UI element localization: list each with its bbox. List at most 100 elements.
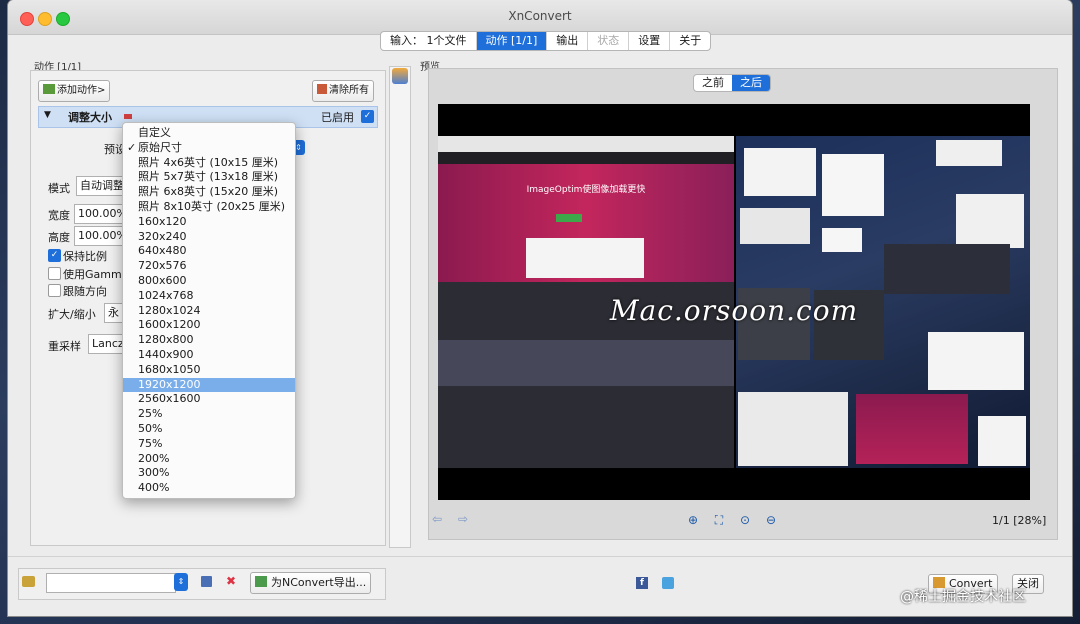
tab-about[interactable]: 关于 [670, 32, 710, 50]
delete-preset-icon[interactable]: ✖ [226, 574, 236, 588]
enabled-checkbox[interactable]: ✓ [361, 110, 374, 123]
preset-menu-item[interactable]: 160x120 [123, 215, 295, 230]
preset-menu-item[interactable]: 1280x1024 [123, 304, 295, 319]
width-label: 宽度 [48, 209, 70, 222]
use-gamma-label: 使用Gamma [63, 268, 129, 281]
preview-browser-bar [438, 136, 734, 152]
preview-thumb-6 [822, 228, 862, 252]
preset-menu-item[interactable]: 照片 4x6英寸 (10x15 厘米) [123, 156, 295, 171]
preset-menu-item-label: 800x600 [138, 273, 187, 287]
preset-menu-item[interactable]: 照片 8x10英寸 (20x25 厘米) [123, 200, 295, 215]
zoom-actual-icon[interactable]: ⊙ [737, 512, 753, 528]
preset-menu-item-label: 720x576 [138, 259, 187, 273]
preset-menu-item-label: 320x240 [138, 229, 187, 243]
resample-label: 重采样 [48, 340, 81, 353]
collapse-triangle-icon[interactable]: ▼ [44, 110, 51, 120]
facebook-icon[interactable]: f [636, 577, 648, 589]
keep-ratio-checkbox[interactable]: ✓ [48, 249, 61, 262]
preset-menu-item[interactable]: 1280x800 [123, 333, 295, 348]
preview-section-band [438, 340, 734, 386]
preset-select[interactable] [46, 573, 176, 593]
preview-thumb-11 [738, 392, 848, 466]
fit-screen-icon[interactable]: ⛶ [711, 512, 727, 528]
export-icon [255, 576, 267, 587]
preset-menu-item[interactable]: 1600x1200 [123, 318, 295, 333]
preset-menu-item-label: 400% [138, 481, 170, 495]
preset-menu-item[interactable]: 25% [123, 407, 295, 422]
preview-thumb-12 [856, 394, 968, 464]
preview-thumb-1 [744, 148, 816, 196]
tab-output[interactable]: 输出 [547, 32, 589, 50]
preview-thumb-3 [936, 140, 1002, 166]
add-action-button[interactable]: 添加动作> [38, 80, 111, 102]
preset-menu-item-label: 1280x800 [138, 333, 194, 347]
export-nconvert-button[interactable]: 为NConvert导出... [250, 572, 372, 594]
preset-menu-item[interactable]: 75% [123, 437, 295, 452]
preset-menu-item-label: 自定义 [138, 126, 171, 139]
follow-orientation-checkbox[interactable] [48, 284, 61, 297]
clear-all-button[interactable]: 清除所有 [312, 80, 374, 102]
next-arrow-icon[interactable]: ⇨ [456, 512, 470, 526]
preset-menu-item[interactable]: 自定义 [123, 126, 295, 141]
preset-menu-item-label: 75% [138, 436, 163, 450]
preset-menu-item[interactable]: 720x576 [123, 259, 295, 274]
preset-dropdown-menu: 自定义 ✓ 原始尺寸 照片 4x6英寸 (10x15 厘米) 照片 5x7英寸 (13x… [122, 122, 296, 499]
preset-menu-item[interactable]: 300% [123, 466, 295, 481]
keep-ratio-label: 保持比例 [63, 250, 107, 263]
remove-action-icon[interactable] [124, 114, 132, 119]
before-button[interactable]: 之前 [694, 75, 732, 91]
preview-watermark: Mac.orsoon.com [609, 294, 859, 327]
preset-menu-item[interactable]: 1680x1050 [123, 363, 295, 378]
action-palette-strip [389, 66, 411, 548]
preset-menu-item[interactable]: 1440x900 [123, 348, 295, 363]
previous-arrow-icon[interactable]: ⇦ [430, 512, 444, 526]
preset-menu-item[interactable]: 640x480 [123, 244, 295, 259]
before-after-toggle: 之前 之后 [693, 74, 771, 92]
preset-dropdown-icon[interactable]: ⇕ [174, 573, 188, 591]
page-info: 1/1 [28%] [992, 514, 1047, 527]
enabled-label: 已启用 [321, 111, 354, 124]
preview-thumb-7 [884, 244, 1010, 294]
tab-status: 状态 [588, 32, 630, 50]
after-button[interactable]: 之后 [732, 75, 770, 91]
zoom-out-icon[interactable]: ⊖ [763, 512, 779, 528]
preset-menu-item[interactable]: 320x240 [123, 230, 295, 245]
open-folder-icon[interactable] [22, 576, 35, 587]
preset-menu-item[interactable]: 800x600 [123, 274, 295, 289]
zoom-in-icon[interactable]: ⊕ [685, 512, 701, 528]
preset-menu-item-label: 照片 5x7英寸 (13x18 厘米) [138, 170, 279, 184]
main-tabs: 输入： 1个文件 动作 [1/1] 输出 状态 设置 关于 [380, 31, 712, 51]
preset-menu-item-label: 原始尺寸 [138, 140, 182, 154]
preview-thumb-5 [740, 208, 810, 244]
preset-menu-item[interactable]: 50% [123, 422, 295, 437]
use-gamma-checkbox[interactable] [48, 267, 61, 280]
preset-menu-item[interactable]: ✓ 原始尺寸 [123, 141, 295, 156]
preset-menu-item[interactable]: 200% [123, 452, 295, 467]
preview-thumb-13 [978, 416, 1026, 466]
preset-menu-item[interactable]: 1024x768 [123, 289, 295, 304]
preset-menu-item-label: 25% [138, 407, 163, 421]
clear-icon [317, 84, 327, 94]
preset-menu-item-label: 照片 8x10英寸 (20x25 厘米) [138, 199, 286, 213]
preset-menu-item[interactable]: 2560x1600 [123, 392, 295, 407]
preset-menu-item[interactable]: 400% [123, 481, 295, 496]
follow-orientation-label: 跟随方向 [63, 285, 107, 298]
preset-menu-item[interactable]: 照片 6x8英寸 (15x20 厘米) [123, 185, 295, 200]
tab-actions[interactable]: 动作 [1/1] [476, 32, 548, 50]
checkmark-icon: ✓ [127, 140, 137, 154]
preview-image: ImageOptim使图像加载更快 Mac.orsoon.com [438, 104, 1030, 500]
preview-hero-headline: ImageOptim使图像加载更快 [526, 185, 646, 195]
palette-icon[interactable] [392, 68, 408, 84]
tab-settings[interactable]: 设置 [629, 32, 671, 50]
preset-menu-item-label: 160x120 [138, 214, 187, 228]
tab-input[interactable]: 输入： 1个文件 [381, 32, 477, 50]
preset-menu-item[interactable]: 照片 5x7英寸 (13x18 厘米) [123, 170, 295, 185]
twitter-icon[interactable] [662, 577, 674, 589]
preset-menu-item-label: 1600x1200 [138, 318, 201, 332]
preset-menu-item-label: 2560x1600 [138, 392, 201, 406]
preview-thumb-2 [822, 154, 884, 216]
save-preset-icon[interactable] [201, 576, 212, 587]
preset-menu-item[interactable]: 1920x1200 [123, 377, 295, 393]
preview-download-button [556, 214, 582, 222]
enlarge-label: 扩大/缩小 [48, 308, 96, 321]
